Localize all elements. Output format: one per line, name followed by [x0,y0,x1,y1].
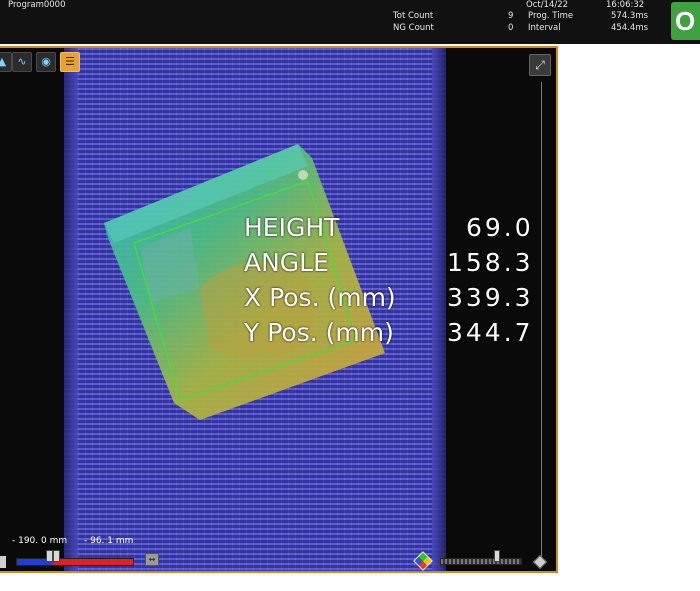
interval-value: 454.4ms [611,23,649,33]
height-color-scale-bar[interactable] [16,558,134,566]
angle-label: ANGLE [244,248,329,277]
ok-judgement-badge: O [671,2,700,40]
date-display: Oct/14/22 [526,0,569,10]
x-pos-value: 339.3 [447,283,534,312]
ng-count-value: 0 [508,23,514,33]
brightness-handle[interactable] [494,550,501,562]
height-map-icon[interactable]: ▲ [0,52,12,72]
prog-time-label: Prog. Time [528,11,574,21]
program-name: Program0000 [8,0,66,10]
x-pos-label: X Pos. (mm) [244,283,396,312]
circle-target-icon[interactable]: ◉ [36,52,56,72]
range-high-text: - 96. 1 mm [84,536,134,546]
range-high-handle[interactable] [53,550,61,562]
profile-icon[interactable]: ∿ [12,52,32,72]
range-left-arrow[interactable] [0,556,6,568]
brightness-slider[interactable] [440,558,522,565]
height-label: HEIGHT [244,213,340,242]
range-low-text: - 190. 0 mm [12,536,68,546]
image-viewer[interactable]: ▲ ∿ ◉ ☰ ⤢ HEIGHT 69.0 ANGLE 158.3 X Pos.… [0,46,558,573]
interval-label: Interval [528,23,561,33]
height-value: 69.0 [466,213,534,242]
prog-time-value: 574.3ms [611,11,649,21]
ng-count-label: NG Count [393,23,434,33]
time-display: 16:06:32 [606,0,645,10]
fullscreen-expand-icon[interactable]: ⤢ [529,54,551,76]
status-bar: Program0000 Oct/14/22 16:06:32 Tot Count… [0,0,700,44]
tot-count-value: 9 [508,11,514,21]
range-low-handle[interactable] [46,550,54,562]
angle-value: 158.3 [447,248,534,277]
color-layers-icon[interactable]: ☰ [60,52,80,72]
vertical-profile-line [541,82,542,562]
tot-count-label: Tot Count [393,11,434,21]
range-swap-icon[interactable]: ↔ [145,553,159,566]
y-pos-value: 344.7 [447,318,534,347]
y-pos-label: Y Pos. (mm) [244,318,394,347]
